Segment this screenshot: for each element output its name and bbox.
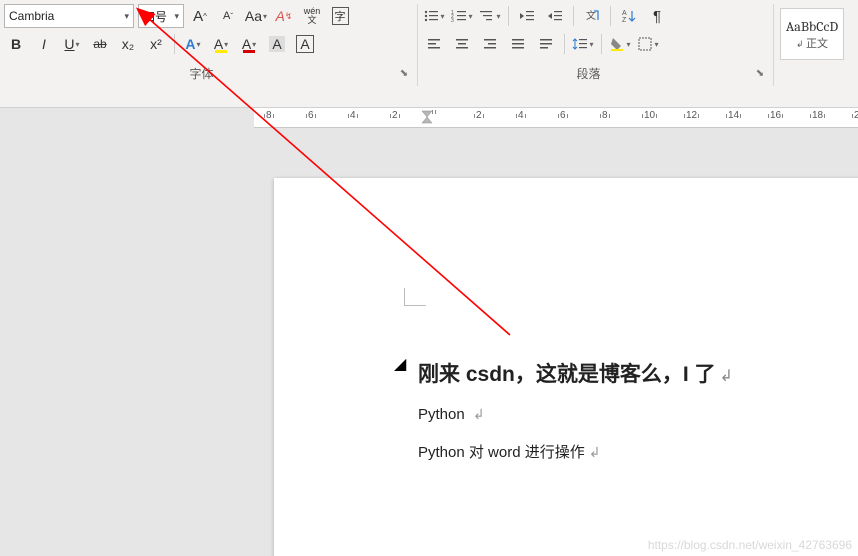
ruler-tick: 10 bbox=[642, 110, 657, 121]
show-marks-button[interactable]: ¶ bbox=[645, 4, 669, 28]
para-dialog-launcher-icon[interactable]: ⬊ bbox=[753, 67, 767, 81]
ruler-tick: 4 bbox=[348, 110, 358, 121]
group-font: Cambria▾ 四号▾ A^ Aˇ Aa▾ A↯ wén文 字 B I U▾ … bbox=[0, 4, 418, 86]
separator bbox=[610, 6, 611, 26]
highlight-button[interactable]: A▾ bbox=[209, 32, 233, 56]
page-content[interactable]: 刚来 csdn，这就是博客么，I 了↲ Python ↲ Python 对 wo… bbox=[418, 358, 858, 480]
svg-text:3: 3 bbox=[451, 18, 454, 24]
align-left-button[interactable] bbox=[422, 32, 446, 56]
ruler-tick: 2 bbox=[390, 110, 400, 121]
borders-button[interactable]: ▾ bbox=[636, 32, 660, 56]
paragraph-group-label: 段落 bbox=[576, 65, 600, 82]
distribute-button[interactable] bbox=[534, 32, 558, 56]
italic-button[interactable]: I bbox=[32, 32, 56, 56]
align-center-button[interactable] bbox=[450, 32, 474, 56]
align-right-button[interactable] bbox=[478, 32, 502, 56]
shading-button[interactable]: ▾ bbox=[608, 32, 632, 56]
ruler-tick: 8 bbox=[264, 110, 274, 121]
ruler-tick bbox=[432, 110, 436, 114]
group-paragraph: ▾ 123▾ ▾ 文 AZ ¶ bbox=[418, 4, 774, 86]
text-direction-button[interactable]: 文 bbox=[580, 4, 604, 28]
change-case-button[interactable]: Aa▾ bbox=[244, 4, 268, 28]
shrink-font-button[interactable]: Aˇ bbox=[216, 4, 240, 28]
para-2[interactable]: Python 对 word 进行操作↲ bbox=[418, 441, 858, 462]
ruler-tick: 16 bbox=[768, 110, 783, 121]
subscript-button[interactable]: x₂ bbox=[116, 32, 140, 56]
font-size-combo[interactable]: 四号▾ bbox=[138, 4, 184, 28]
multilevel-button[interactable]: ▾ bbox=[478, 4, 502, 28]
line-spacing-button[interactable]: ▾ bbox=[571, 32, 595, 56]
text-effects-button[interactable]: A▾ bbox=[181, 32, 205, 56]
strikethrough-button[interactable]: ab bbox=[88, 32, 112, 56]
clear-format-button[interactable]: A↯ bbox=[272, 4, 296, 28]
separator bbox=[508, 6, 509, 26]
indent-marker-icon[interactable] bbox=[422, 108, 432, 126]
ruler-tick: 12 bbox=[684, 110, 699, 121]
separator bbox=[573, 6, 574, 26]
page[interactable]: ◢ 刚来 csdn，这就是博客么，I 了↲ Python ↲ Python 对 … bbox=[274, 178, 858, 556]
ruler-tick: 2 bbox=[474, 110, 484, 121]
ribbon: Cambria▾ 四号▾ A^ Aˇ Aa▾ A↯ wén文 字 B I U▾ … bbox=[0, 0, 858, 108]
font-color-button[interactable]: A▾ bbox=[237, 32, 261, 56]
group-styles: AaBbCcD ↲ 正文 bbox=[774, 4, 850, 86]
return-mark-icon: ↲ bbox=[473, 406, 485, 422]
ruler-tick: 8 bbox=[600, 110, 610, 121]
font-dialog-launcher-icon[interactable]: ⬊ bbox=[397, 67, 411, 81]
char-border-button[interactable]: A bbox=[293, 32, 317, 56]
margin-corner-icon bbox=[404, 288, 426, 306]
decrease-indent-button[interactable] bbox=[515, 4, 539, 28]
enclose-char-button[interactable]: 字 bbox=[328, 4, 352, 28]
heading-bullet-icon: ◢ bbox=[394, 354, 406, 374]
justify-button[interactable] bbox=[506, 32, 530, 56]
horizontal-ruler[interactable]: 8 6 4 2 2 4 6 8 10 12 14 16 18 20 bbox=[254, 108, 858, 128]
para-1[interactable]: Python ↲ bbox=[418, 406, 858, 423]
heading-line[interactable]: 刚来 csdn，这就是博客么，I 了↲ bbox=[418, 358, 858, 388]
separator bbox=[564, 34, 565, 54]
char-shading-button[interactable]: A bbox=[265, 32, 289, 56]
ruler-tick: 20 bbox=[852, 110, 858, 121]
ruler-tick: 6 bbox=[558, 110, 568, 121]
numbering-button[interactable]: 123▾ bbox=[450, 4, 474, 28]
return-mark-icon: ↲ bbox=[720, 368, 733, 385]
font-name-combo[interactable]: Cambria▾ bbox=[4, 4, 134, 28]
style-normal[interactable]: AaBbCcD ↲ 正文 bbox=[780, 8, 844, 60]
bullets-button[interactable]: ▾ bbox=[422, 4, 446, 28]
svg-text:Z: Z bbox=[622, 17, 627, 24]
phonetic-guide-button[interactable]: wén文 bbox=[300, 4, 324, 28]
superscript-button[interactable]: x² bbox=[144, 32, 168, 56]
separator bbox=[601, 34, 602, 54]
ruler-tick: 4 bbox=[516, 110, 526, 121]
ruler-tick: 6 bbox=[306, 110, 316, 121]
watermark-text: https://blog.csdn.net/weixin_42763696 bbox=[648, 538, 852, 552]
ruler-tick: 18 bbox=[810, 110, 825, 121]
bold-button[interactable]: B bbox=[4, 32, 28, 56]
font-group-label: 字体 bbox=[189, 65, 213, 82]
grow-font-button[interactable]: A^ bbox=[188, 4, 212, 28]
document-area: ◢ 刚来 csdn，这就是博客么，I 了↲ Python ↲ Python 对 … bbox=[0, 128, 858, 556]
underline-button[interactable]: U▾ bbox=[60, 32, 84, 56]
ruler-tick: 14 bbox=[726, 110, 741, 121]
separator bbox=[174, 34, 175, 54]
svg-text:A: A bbox=[622, 10, 627, 17]
return-mark-icon: ↲ bbox=[589, 444, 601, 460]
sort-button[interactable]: AZ bbox=[617, 4, 641, 28]
increase-indent-button[interactable] bbox=[543, 4, 567, 28]
